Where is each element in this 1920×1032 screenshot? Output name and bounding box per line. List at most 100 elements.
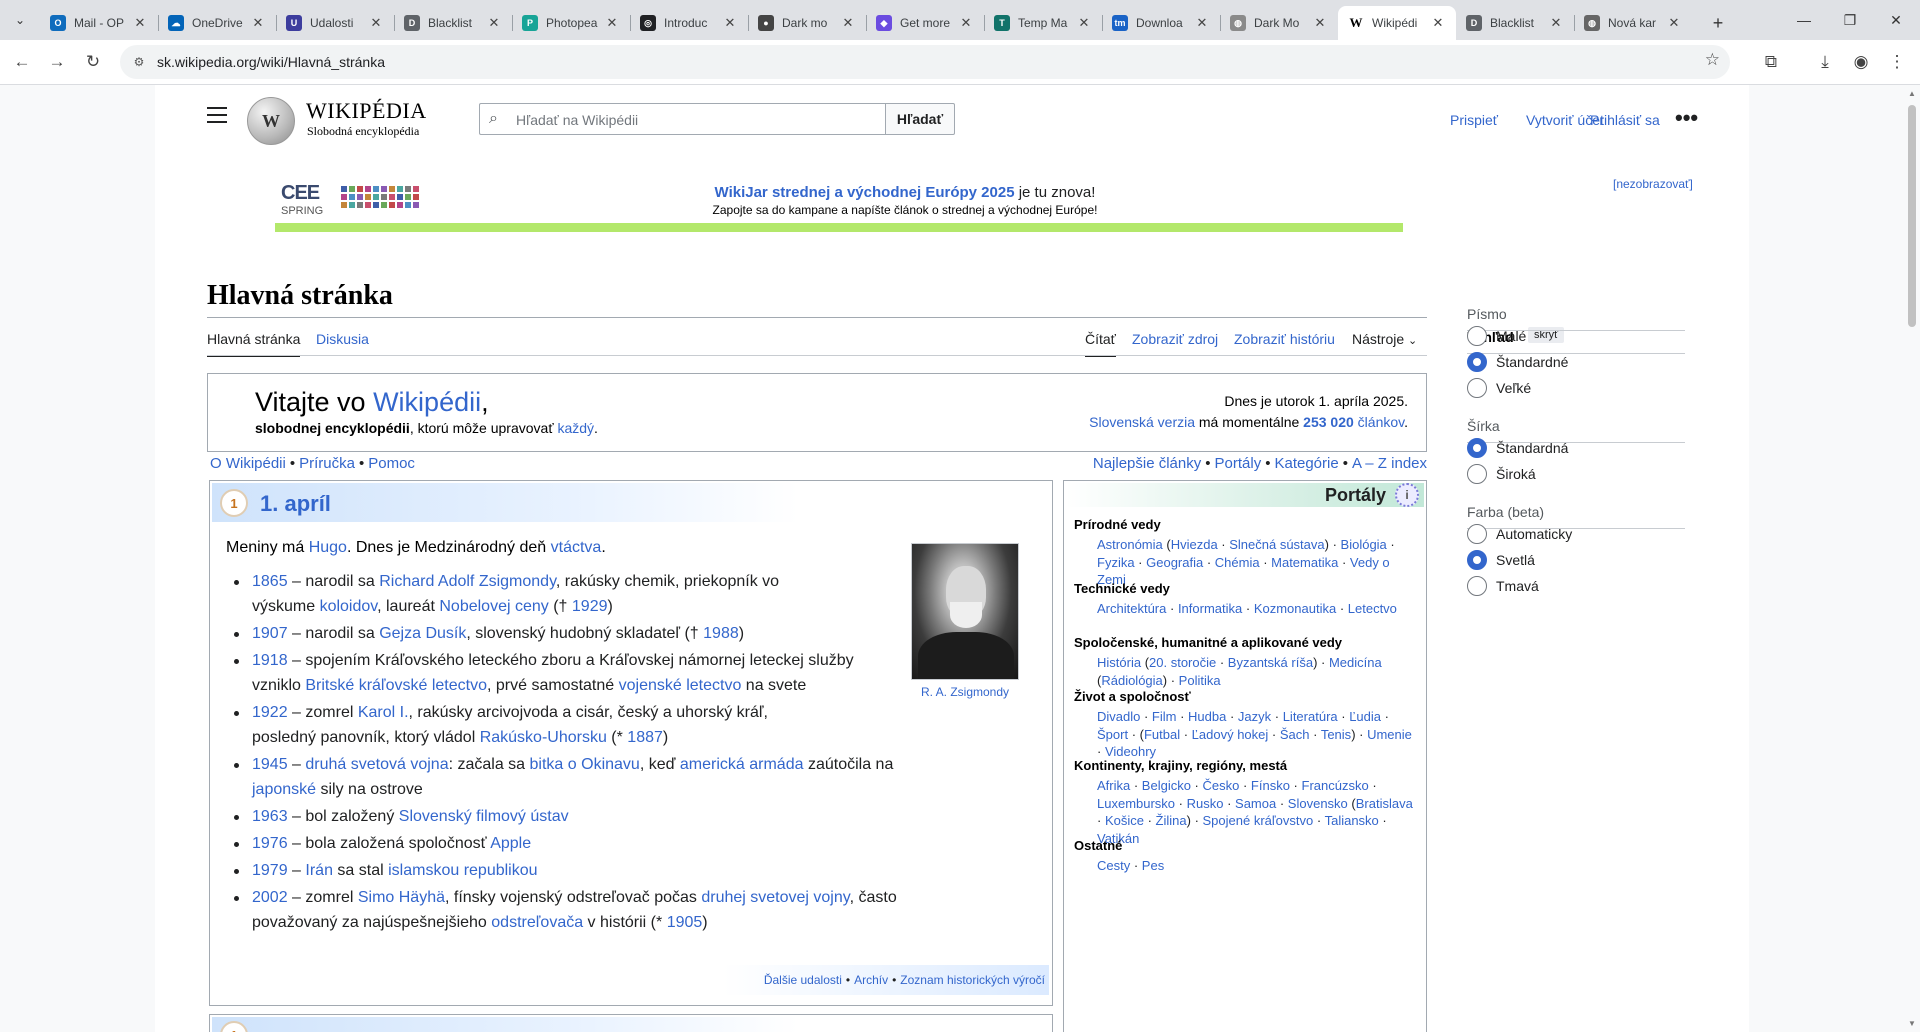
forward-button[interactable]: → <box>43 48 71 76</box>
site-info-icon[interactable]: ⚙ <box>130 53 148 71</box>
article-link[interactable]: Fínsko <box>1251 778 1290 793</box>
article-link[interactable]: Ľadový hokej <box>1192 727 1269 742</box>
article-link[interactable]: Afrika <box>1097 778 1130 793</box>
about-wikipedia-link[interactable]: O Wikipédii <box>210 455 286 472</box>
radio-checked-icon[interactable] <box>1467 550 1487 570</box>
radio-unchecked-icon[interactable] <box>1467 378 1487 398</box>
article-link[interactable]: Tenis <box>1321 727 1351 742</box>
appearance-radio[interactable]: Svetlá <box>1467 550 1535 570</box>
contribute-link[interactable]: Prispieť <box>1450 112 1498 128</box>
article-link[interactable]: 1907 <box>252 625 288 642</box>
article-link[interactable]: Šach <box>1280 727 1310 742</box>
article-link[interactable]: Architektúra <box>1097 601 1166 616</box>
article-link[interactable]: Karol I. <box>358 704 409 721</box>
close-tab-icon[interactable]: ✕ <box>132 15 148 31</box>
url-text[interactable]: sk.wikipedia.org/wiki/Hlavná_stránka <box>157 54 385 70</box>
wikipedia-wordmark[interactable]: WIKIPÉDIA <box>306 98 427 124</box>
article-link[interactable]: japonské <box>252 781 316 798</box>
appearance-radio[interactable]: Tmavá <box>1467 576 1539 596</box>
close-tab-icon[interactable]: ✕ <box>840 15 856 31</box>
article-link[interactable]: Biológia <box>1341 537 1387 552</box>
wikipedia-link[interactable]: Wikipédii <box>373 387 481 417</box>
more-events-link[interactable]: Ďalšie udalosti <box>764 973 842 987</box>
scrollbar-thumb[interactable] <box>1908 105 1916 327</box>
profile-icon[interactable]: ◉ <box>1847 48 1875 76</box>
article-link[interactable]: Košice <box>1105 813 1144 828</box>
appearance-radio[interactable]: Veľké <box>1467 378 1531 398</box>
radio-unchecked-icon[interactable] <box>1467 464 1487 484</box>
birds-day-link[interactable]: vtáctva <box>551 539 602 556</box>
browser-tab[interactable]: W Wikipédi ✕ <box>1338 6 1456 40</box>
article-link[interactable]: 1929 <box>572 598 608 615</box>
article-link[interactable]: bitka o Okinavu <box>530 756 640 773</box>
appearance-radio[interactable]: Malé <box>1467 326 1526 346</box>
article-link[interactable]: Pes <box>1142 858 1164 873</box>
scroll-down-arrow-icon[interactable]: ▼ <box>1908 1019 1916 1028</box>
browser-tab[interactable]: ◍ Dark Mo ✕ <box>1220 6 1338 40</box>
radio-unchecked-icon[interactable] <box>1467 326 1487 346</box>
article-link[interactable]: 1945 <box>252 756 288 773</box>
browser-tab[interactable]: P Photopea ✕ <box>512 6 630 40</box>
az-index-link[interactable]: A – Z index <box>1352 455 1427 472</box>
back-button[interactable]: ← <box>8 48 36 76</box>
browser-tab[interactable]: ☁ OneDrive ✕ <box>158 6 276 40</box>
address-bar[interactable]: ⚙ sk.wikipedia.org/wiki/Hlavná_stránka ☆ <box>120 45 1730 79</box>
article-link[interactable]: Apple <box>490 835 531 852</box>
close-tab-icon[interactable]: ✕ <box>722 15 738 31</box>
browser-tab[interactable]: ◍ Nová kar ✕ <box>1574 6 1692 40</box>
article-link[interactable]: Fyzika <box>1097 555 1135 570</box>
close-tab-icon[interactable]: ✕ <box>368 15 384 31</box>
bookmark-star-icon[interactable]: ☆ <box>1705 50 1720 70</box>
appearance-radio[interactable]: Široká <box>1467 464 1536 484</box>
article-link[interactable]: 1976 <box>252 835 288 852</box>
article-link[interactable]: Videohry <box>1105 744 1156 759</box>
article-link[interactable]: Slnečná sústava <box>1229 537 1324 552</box>
appearance-radio[interactable]: Štandardné <box>1467 352 1568 372</box>
article-link[interactable]: Slovenský filmový ústav <box>399 808 569 825</box>
article-link[interactable]: 1922 <box>252 704 288 721</box>
close-tab-icon[interactable]: ✕ <box>1076 15 1092 31</box>
article-link[interactable]: Rádiológia <box>1101 673 1162 688</box>
article-link[interactable]: Ľudia <box>1349 709 1381 724</box>
close-tab-icon[interactable]: ✕ <box>1430 15 1446 31</box>
article-link[interactable]: Jazyk <box>1238 709 1271 724</box>
browser-menu-icon[interactable]: ⋮ <box>1883 48 1911 76</box>
article-link[interactable]: Simo Häyhä <box>358 889 445 906</box>
article-link[interactable]: druhá svetová vojna <box>305 756 448 773</box>
article-link[interactable]: odstreľovača <box>491 914 583 931</box>
article-link[interactable]: 1979 <box>252 862 288 879</box>
article-link[interactable]: Chémia <box>1215 555 1260 570</box>
article-link[interactable]: 1905 <box>667 914 703 931</box>
article-link[interactable]: Kozmonautika <box>1254 601 1336 616</box>
article-link[interactable]: Bratislava <box>1356 796 1413 811</box>
article-link[interactable]: Samoa <box>1235 796 1276 811</box>
article-link[interactable]: Luxembursko <box>1097 796 1175 811</box>
article-link[interactable]: Divadlo <box>1097 709 1140 724</box>
categories-link[interactable]: Kategórie <box>1274 455 1338 472</box>
article-link[interactable]: Česko <box>1203 778 1240 793</box>
article-link[interactable]: Gejza Dusík <box>379 625 466 642</box>
new-tab-button[interactable]: + <box>1704 9 1732 37</box>
close-tab-icon[interactable]: ✕ <box>958 15 974 31</box>
browser-tab[interactable]: ◆ Get more ✕ <box>866 6 984 40</box>
minimize-button[interactable]: — <box>1781 0 1827 40</box>
article-link[interactable]: Hviezda <box>1171 537 1218 552</box>
tab-read[interactable]: Čítať <box>1085 331 1116 357</box>
article-link[interactable]: Taliansko <box>1325 813 1379 828</box>
wikipedia-globe-logo[interactable]: W <box>247 97 295 145</box>
article-link[interactable]: Rakúsko-Uhorsku <box>480 729 607 746</box>
browser-tab[interactable]: D Blacklist ✕ <box>1456 6 1574 40</box>
article-link[interactable]: islamskou republikou <box>388 862 537 879</box>
browser-tab[interactable]: D Blacklist ✕ <box>394 6 512 40</box>
close-tab-icon[interactable]: ✕ <box>250 15 266 31</box>
article-link[interactable]: Nobelovej ceny <box>439 598 548 615</box>
article-link[interactable]: Matematika <box>1271 555 1338 570</box>
close-window-button[interactable]: ✕ <box>1873 0 1919 40</box>
article-link[interactable]: Medicína <box>1329 655 1382 670</box>
article-link[interactable]: Astronómia <box>1097 537 1163 552</box>
article-link[interactable]: Geografia <box>1146 555 1203 570</box>
article-link[interactable]: koloidov <box>320 598 378 615</box>
article-link[interactable]: Belgicko <box>1142 778 1191 793</box>
more-options-icon[interactable]: ••• <box>1675 105 1698 131</box>
article-link[interactable]: Rusko <box>1187 796 1224 811</box>
